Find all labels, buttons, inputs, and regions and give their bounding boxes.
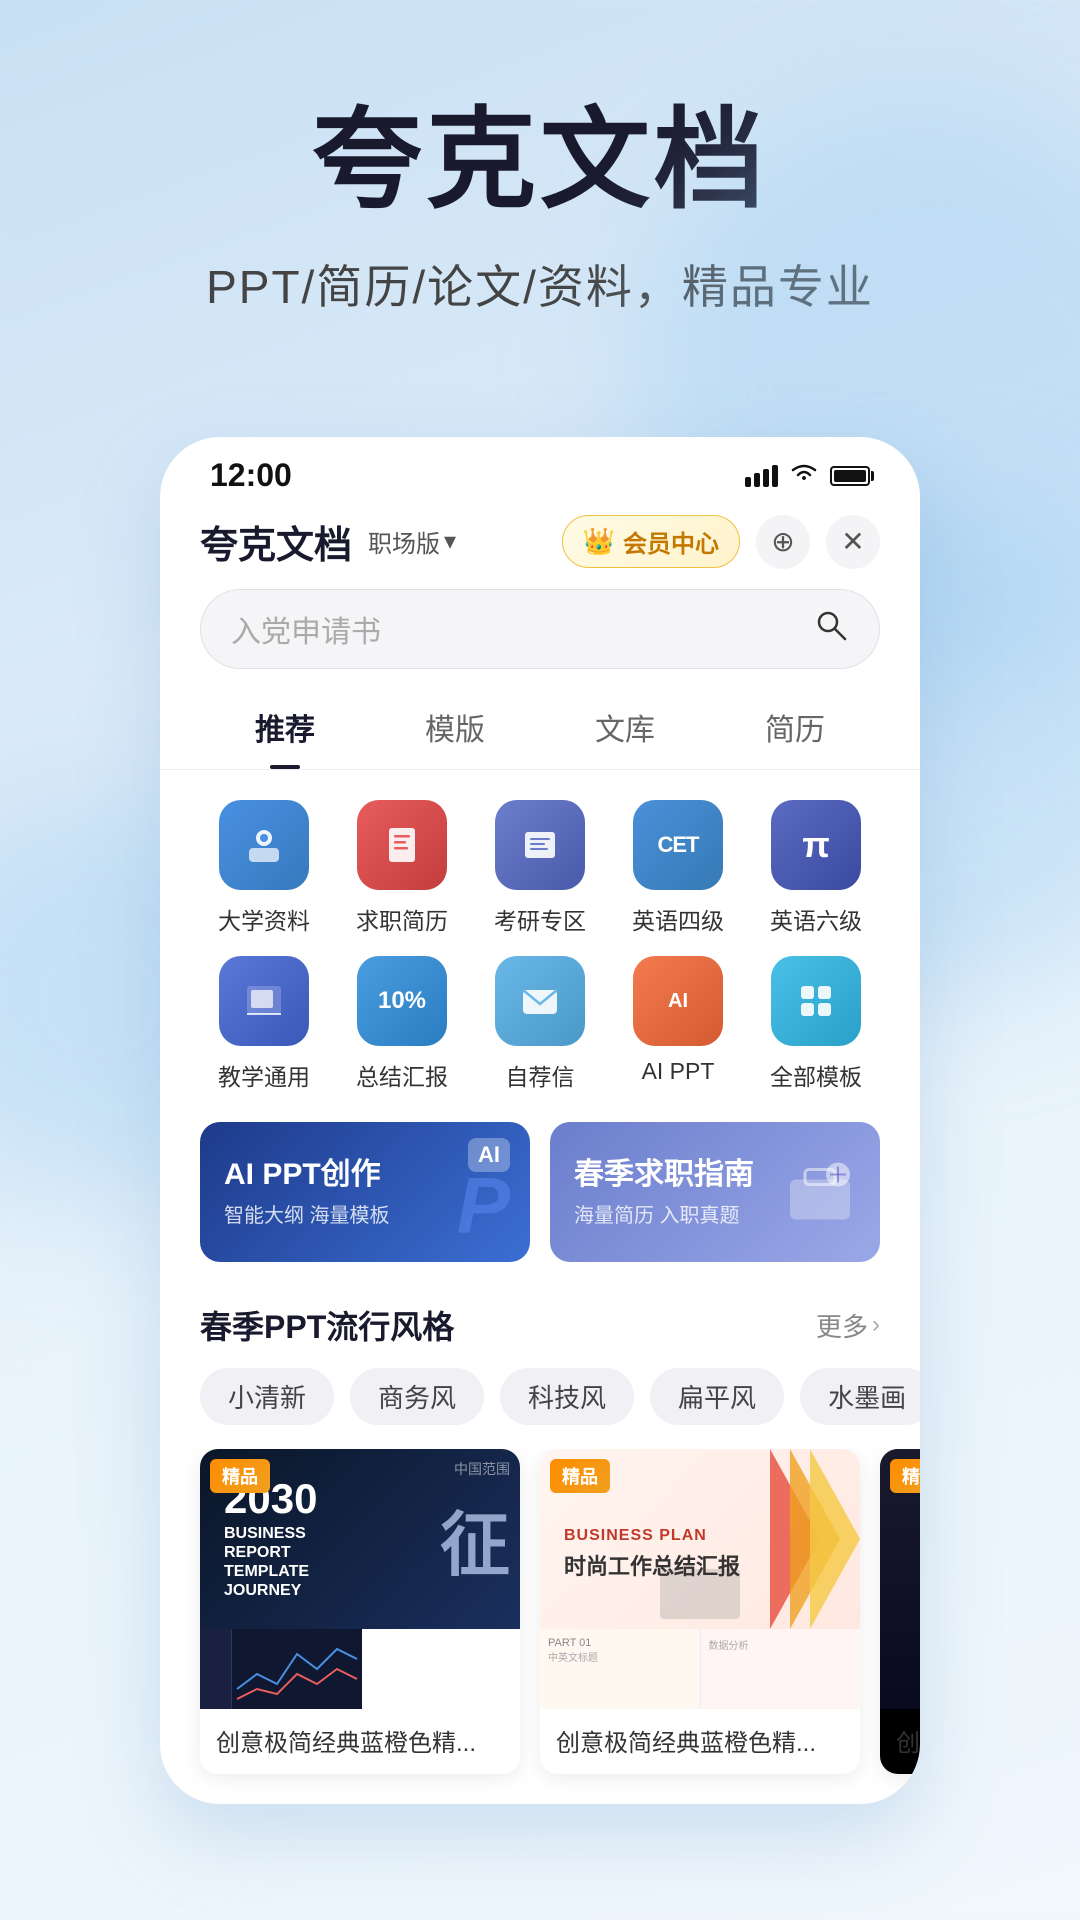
tab-recommend[interactable]: 推荐 xyxy=(200,689,370,769)
chevron-down-icon: ▾ xyxy=(444,527,456,556)
icon-cet4[interactable]: CET 英语四级 xyxy=(614,800,742,936)
tab-bar: 推荐 模版 文库 简历 xyxy=(160,689,920,770)
status-icons xyxy=(745,460,870,491)
template-name-1: 创意极简经典蓝橙色精... xyxy=(200,1709,520,1774)
tab-template[interactable]: 模版 xyxy=(370,689,540,769)
icon-grid: 大学资料 求职简历 考研专区 xyxy=(160,790,920,1122)
version-badge[interactable]: 职场版 ▾ xyxy=(368,524,456,559)
icon-cet6[interactable]: π 英语六级 xyxy=(752,800,880,936)
tag-business[interactable]: 商务风 xyxy=(350,1368,484,1425)
vip-button[interactable]: 👑 会员中心 xyxy=(562,515,740,568)
tag-flat[interactable]: 扁平风 xyxy=(650,1368,784,1425)
template-card-2[interactable]: 精品 BUSINESS PLAN 时尚工作总结汇报 xyxy=(540,1449,860,1774)
search-container: 入党申请书 xyxy=(160,589,920,689)
trending-title: 春季PPT流行风格 xyxy=(200,1302,816,1348)
status-bar: 12:00 xyxy=(160,437,920,504)
bar-chart-1 xyxy=(200,1634,231,1704)
briefcase-icon xyxy=(780,1155,860,1230)
search-icon xyxy=(813,607,849,652)
template-row: 精品 2030 BUSINESSREPORTTEMPLATEJOURNEY 征 … xyxy=(160,1449,920,1804)
tab-library[interactable]: 文库 xyxy=(540,689,710,769)
signal-icon xyxy=(745,465,778,487)
close-icon: ✕ xyxy=(841,525,864,558)
template-card-3[interactable]: 精 创 xyxy=(880,1449,920,1774)
icon-cover-letter[interactable]: 自荐信 xyxy=(476,956,604,1092)
battery-icon xyxy=(830,466,870,486)
search-bar[interactable]: 入党申请书 xyxy=(200,589,880,669)
banner-job-hunt[interactable]: 春季求职指南 海量简历 入职真题 xyxy=(550,1122,880,1262)
more-button[interactable]: 更多 › xyxy=(816,1307,880,1344)
template-card-1[interactable]: 精品 2030 BUSINESSREPORTTEMPLATEJOURNEY 征 … xyxy=(200,1449,520,1774)
premium-badge-3: 精 xyxy=(890,1459,920,1493)
hero-section: 夸克文档 PPT/简历/论文/资料，精品专业 xyxy=(0,0,1080,377)
phone-mockup: 12:00 夸克文档 职场版 ▾ xyxy=(160,437,920,1804)
hero-title: 夸克文档 xyxy=(80,100,1000,221)
icon-ai-ppt[interactable]: AI AI PPT xyxy=(614,956,742,1092)
icon-resume[interactable]: 求职简历 xyxy=(338,800,466,936)
app-logo: 夸克文档 xyxy=(200,514,352,569)
wifi-icon xyxy=(790,460,818,491)
chevron-right-icon: › xyxy=(872,1311,880,1339)
p-decoration: P xyxy=(457,1160,510,1252)
crown-icon: 👑 xyxy=(583,526,615,557)
template-name-3: 创 xyxy=(880,1709,920,1774)
style-tags: 小清新 商务风 科技风 扁平风 水墨画 xyxy=(160,1368,920,1449)
tab-resume[interactable]: 简历 xyxy=(710,689,880,769)
tag-fresh[interactable]: 小清新 xyxy=(200,1368,334,1425)
tag-ink[interactable]: 水墨画 xyxy=(800,1368,920,1425)
icon-summary[interactable]: 10% 总结汇报 xyxy=(338,956,466,1092)
add-icon: ⊕ xyxy=(771,525,794,558)
status-time: 12:00 xyxy=(210,457,292,494)
add-button[interactable]: ⊕ xyxy=(756,515,810,569)
template-preview-2: 精品 BUSINESS PLAN 时尚工作总结汇报 xyxy=(540,1449,860,1709)
tab-active-indicator xyxy=(270,765,300,769)
trending-header: 春季PPT流行风格 更多 › xyxy=(160,1292,920,1368)
icon-university[interactable]: 大学资料 xyxy=(200,800,328,936)
tag-tech[interactable]: 科技风 xyxy=(500,1368,634,1425)
premium-badge-2: 精品 xyxy=(550,1459,610,1493)
banner-section: AI AI PPT创作 智能大纲 海量模板 P 春季求职指南 海量简历 入职真题 xyxy=(160,1122,920,1292)
icon-all-templates[interactable]: 全部模板 xyxy=(752,956,880,1092)
icon-postgrad[interactable]: 考研专区 xyxy=(476,800,604,936)
premium-badge-1: 精品 xyxy=(210,1459,270,1493)
search-placeholder: 入党申请书 xyxy=(231,607,797,651)
template-preview-1: 精品 2030 BUSINESSREPORTTEMPLATEJOURNEY 征 … xyxy=(200,1449,520,1709)
hero-subtitle: PPT/简历/论文/资料，精品专业 xyxy=(80,251,1000,317)
banner-ai-ppt[interactable]: AI AI PPT创作 智能大纲 海量模板 P xyxy=(200,1122,530,1262)
template-name-2: 创意极简经典蓝橙色精... xyxy=(540,1709,860,1774)
app-header: 夸克文档 职场版 ▾ 👑 会员中心 ⊕ ✕ xyxy=(160,504,920,589)
close-button[interactable]: ✕ xyxy=(826,515,880,569)
icon-teaching[interactable]: 教学通用 xyxy=(200,956,328,1092)
